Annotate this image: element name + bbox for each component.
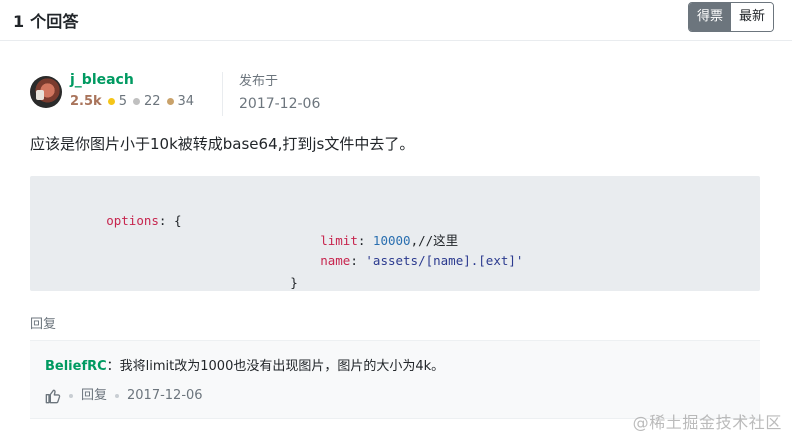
comment-meta: 回复 2017-12-06 — [45, 387, 203, 405]
sort-by-votes-button[interactable]: 得票 — [688, 3, 731, 31]
comment-text: BeliefRC：我将limit改为1000也没有出现图片，图片的大小为4k。 — [45, 357, 444, 377]
bronze-medal-icon — [166, 98, 174, 105]
meta-divider — [222, 72, 223, 116]
comment-author-link[interactable]: BeliefRC — [45, 359, 107, 374]
watermark-text: @稀土掘金技术社区 — [632, 413, 782, 432]
reply-to-answer-link[interactable]: 回复 — [30, 313, 56, 332]
thumb-up-icon[interactable] — [45, 388, 61, 404]
reply-to-comment-link[interactable]: 回复 — [81, 387, 107, 405]
page: 1 个回答 得票 最新 j_bleach 2.5k 5 22 34 发布于 20… — [0, 0, 792, 441]
comment-body: ：我将limit改为1000也没有出现图片，图片的大小为4k。 — [106, 359, 445, 374]
avatar[interactable] — [30, 76, 62, 108]
code-options-key: options — [106, 213, 159, 228]
code-options-brace: : { — [158, 213, 182, 228]
code-closing-brace: } — [290, 275, 298, 290]
silver-medal-number: 22 — [143, 94, 161, 109]
gold-medal-count: 5 — [107, 94, 127, 109]
published-label: 发布于 — [239, 74, 279, 89]
answers-header: 1 个回答 得票 最新 — [0, 0, 792, 41]
code-line-1: options: { — [46, 194, 181, 248]
code-name-key: name — [320, 253, 351, 268]
code-line-4: } — [230, 256, 298, 310]
silver-medal-icon — [132, 98, 140, 105]
silver-medal-count: 22 — [132, 94, 161, 109]
published-date: 2017-12-06 — [239, 96, 321, 112]
meta-separator-dot — [69, 394, 73, 398]
watermark: @稀土掘金技术社区 — [633, 409, 782, 433]
code-line-3: name: 'assets/[name].[ext]' — [260, 234, 523, 288]
code-block: options: { limit: 10000,//这里 name: 'asse… — [30, 176, 760, 291]
meta-separator-dot — [115, 394, 120, 398]
author-row: j_bleach 2.5k 5 22 34 发布于 2017-12-06 — [30, 72, 760, 116]
author-name-link[interactable]: j_bleach — [70, 72, 134, 88]
answer-text: 应该是你图片小于10k被转成base64,打到js文件中去了。 — [30, 135, 415, 153]
answer: j_bleach 2.5k 5 22 34 发布于 2017-12-06 应该是… — [30, 72, 760, 419]
comment: BeliefRC：我将limit改为1000也没有出现图片，图片的大小为4k。 … — [30, 340, 760, 419]
sort-by-latest-button[interactable]: 最新 — [730, 3, 773, 31]
gold-medal-number: 5 — [118, 94, 127, 109]
code-name-colon: : — [350, 253, 366, 268]
code-name-value: 'assets/[name].[ext]' — [365, 253, 524, 268]
sort-toggle-group: 得票 最新 — [687, 2, 774, 32]
comment-date: 2017-12-06 — [127, 388, 203, 403]
reputation: 2.5k — [70, 94, 102, 109]
author-stats: 2.5k 5 22 34 — [70, 94, 194, 109]
bronze-medal-number: 34 — [177, 94, 195, 109]
bronze-medal-count: 34 — [166, 94, 195, 109]
answers-title: 1 个回答 — [13, 12, 79, 31]
gold-medal-icon — [107, 98, 115, 105]
